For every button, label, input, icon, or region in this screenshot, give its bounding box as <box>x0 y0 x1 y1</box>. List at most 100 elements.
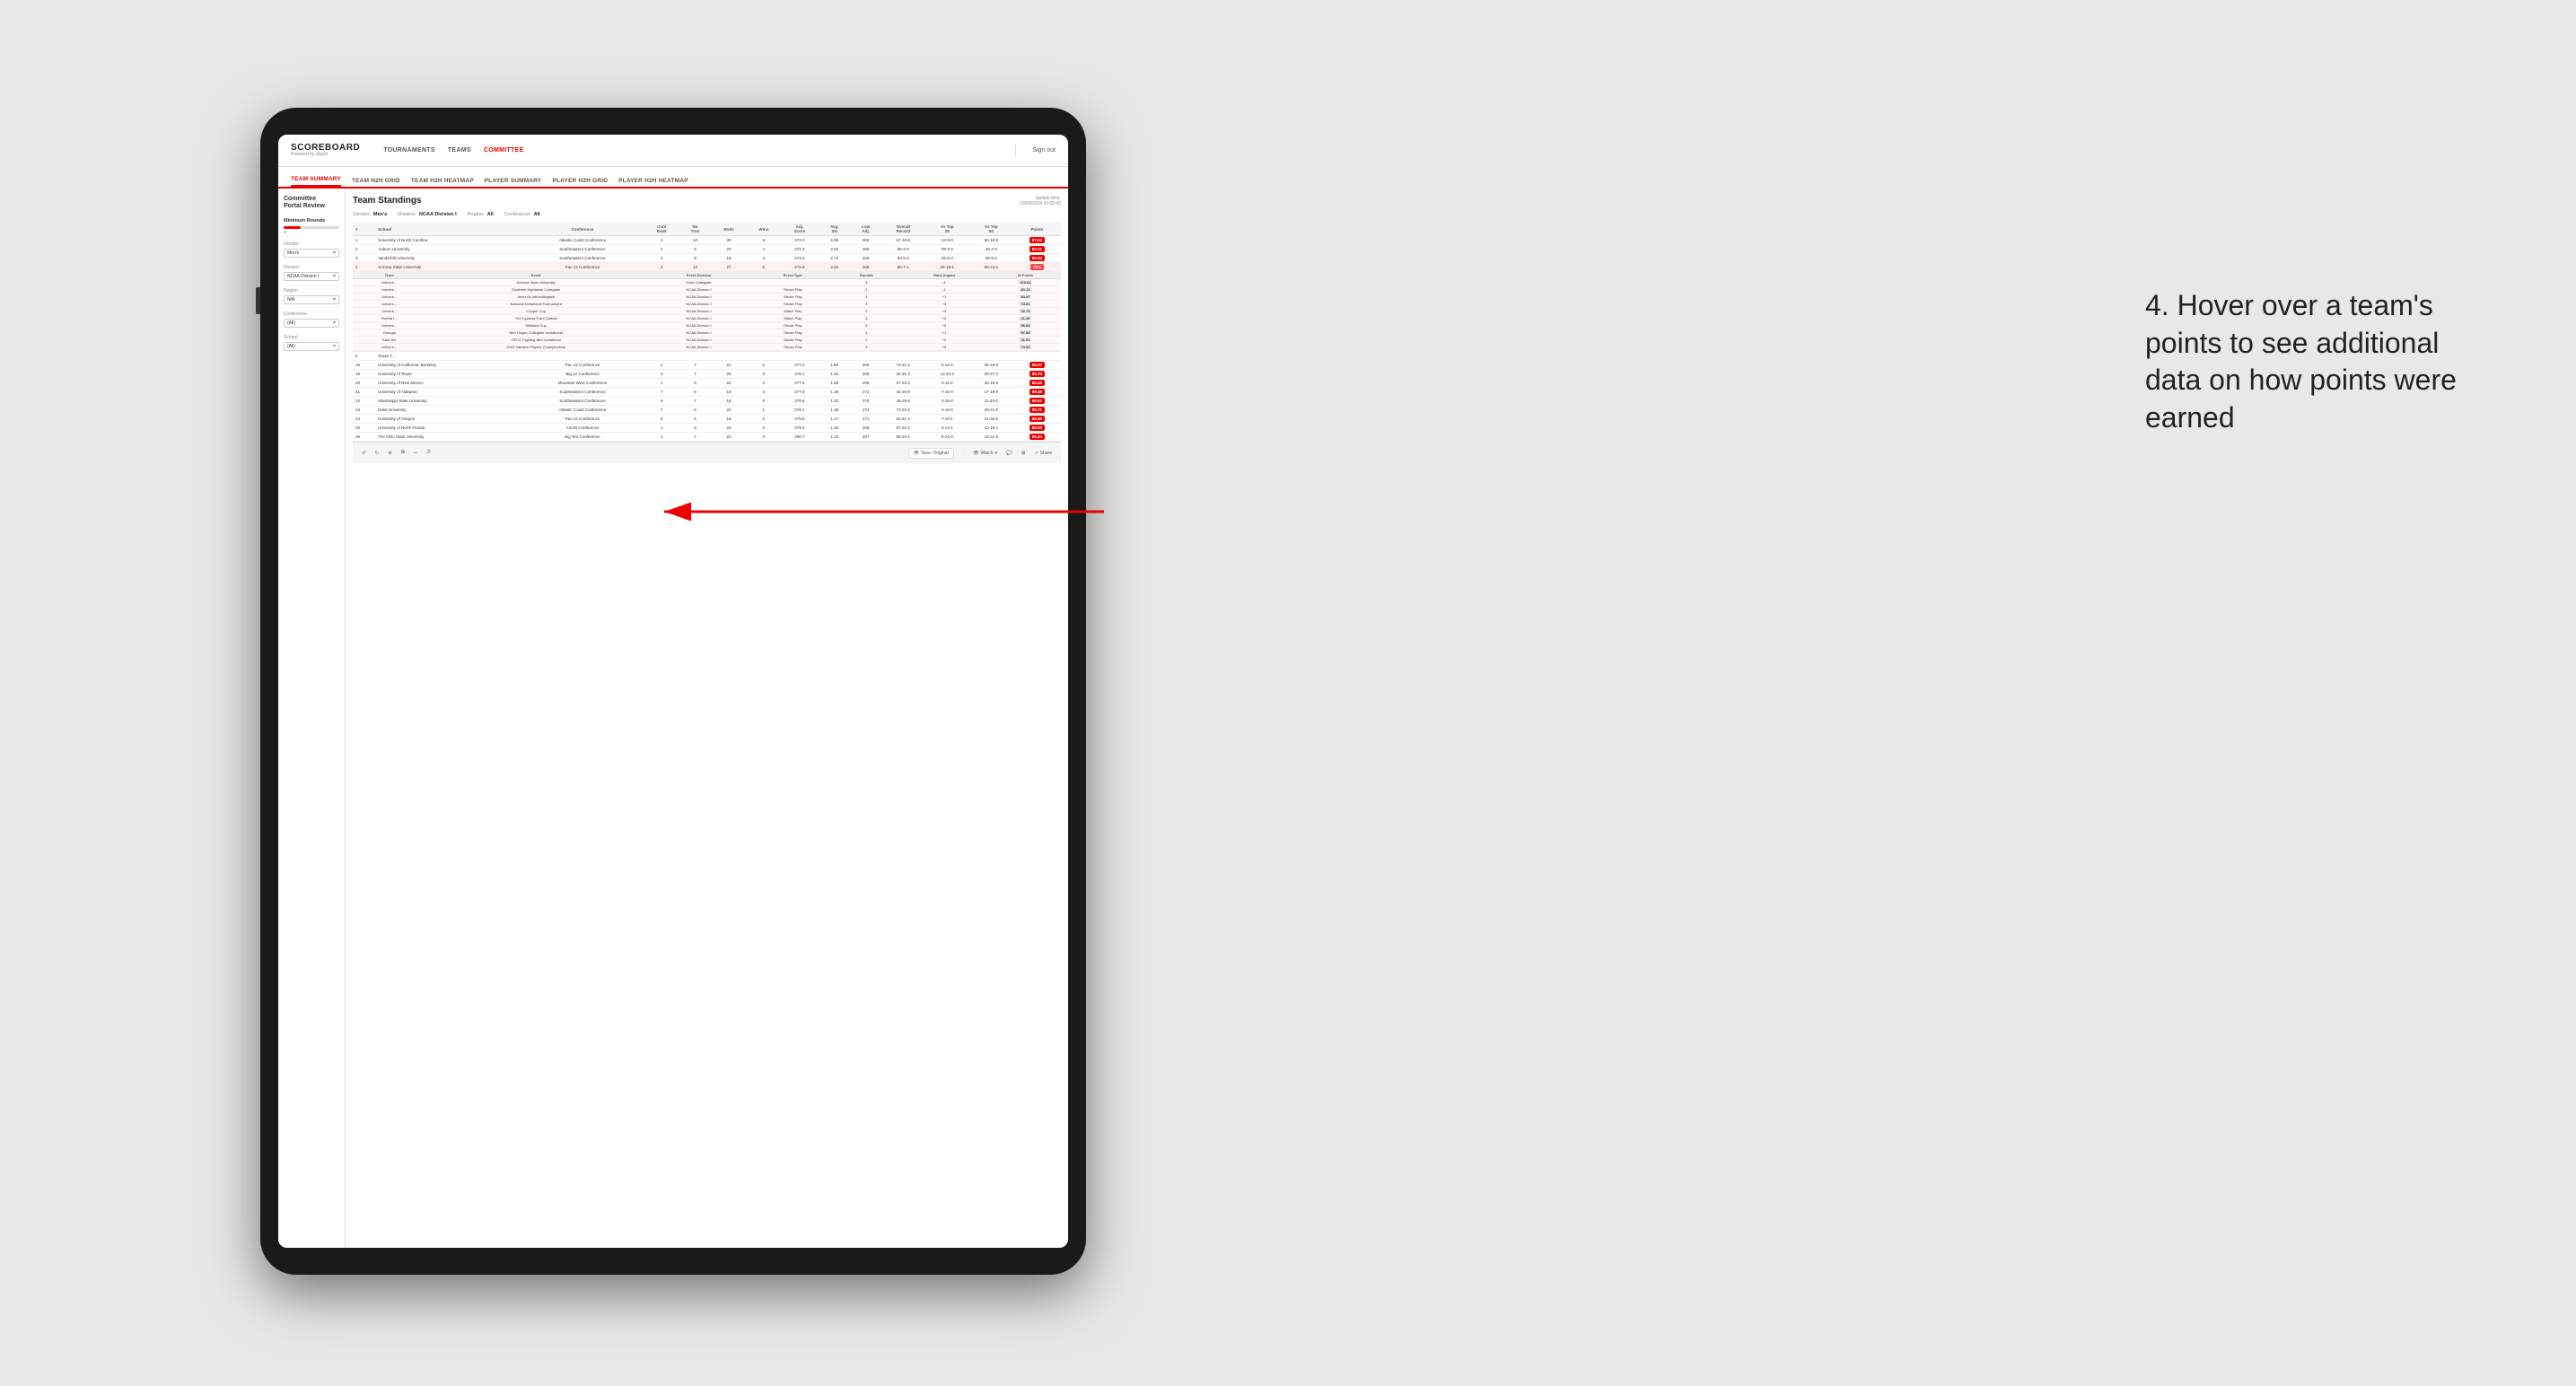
watch-button[interactable]: 👁 Watch ▾ <box>973 451 997 456</box>
points-cell[interactable] <box>1013 352 1061 361</box>
points-badge: 88.34 <box>1030 434 1045 440</box>
avg-sg-cell: 1.17 <box>819 415 851 424</box>
points-cell[interactable]: 88.34 <box>1013 433 1061 442</box>
subnav-player-h2h-grid[interactable]: PLAYER H2H GRID <box>552 178 608 187</box>
standings-title: Team Standings <box>353 196 422 206</box>
points-cell[interactable]: 97.02 <box>1013 236 1061 245</box>
vs25-cell: 7-19-1 <box>925 415 969 424</box>
exp-col-w-points: W Points <box>990 272 1061 279</box>
search-icon[interactable]: ⊕ <box>388 451 392 456</box>
avg-sg-cell: 1.50 <box>819 379 851 388</box>
school-cell: University of New Mexico <box>375 379 521 388</box>
filter-gender-value: Men's <box>373 212 387 217</box>
conf-cell: ASUN Conference <box>521 424 644 433</box>
wins-cell: 2 <box>747 361 781 370</box>
division-select[interactable]: NCAA Division I ▾ <box>284 272 339 281</box>
overall-cell: 71-22-2 <box>881 406 925 415</box>
undo-icon[interactable]: ↺ <box>362 451 366 456</box>
conf-rank-cell: 7 <box>644 406 679 415</box>
division-chevron-icon: ▾ <box>333 273 336 279</box>
timer-icon[interactable]: ⏱ <box>426 450 430 456</box>
wins-cell: 0 <box>747 424 781 433</box>
tour-cell: 7 <box>679 433 712 442</box>
col-points: Points <box>1013 223 1061 236</box>
rnds-cell: 30 <box>711 236 746 245</box>
points-badge: 88.58 <box>1030 416 1045 422</box>
sign-out-link[interactable]: Sign out <box>1032 147 1056 154</box>
subnav-team-h2h-heatmap[interactable]: TEAM H2H HEATMAP <box>411 178 474 187</box>
table-row: 23 Duke University Atlantic Coast Confer… <box>353 406 1061 415</box>
min-rounds-slider[interactable]: 3 <box>284 226 339 234</box>
col-adj-score: Adj.Score <box>781 223 819 236</box>
vs50-cell: 29-21-0 <box>969 406 1013 415</box>
nav-teams[interactable]: TEAMS <box>448 145 471 155</box>
vs50-cell: 21-32-0 <box>969 415 1013 424</box>
overall-cell: 42-31-3 <box>881 370 925 379</box>
points-cell[interactable]: 90.32 <box>1013 254 1061 263</box>
points-cell[interactable]: 88.58 <box>1013 415 1061 424</box>
rnds-cell: 21 <box>711 361 746 370</box>
expanded-event-row-item: Univers... Williams Cup NCAA Division I … <box>353 322 1061 329</box>
points-cell[interactable]: 88.59 <box>1013 424 1061 433</box>
wins-cell: 0 <box>747 397 781 406</box>
points-cell[interactable]: 88.71 <box>1013 406 1061 415</box>
col-conference: Conference <box>521 223 644 236</box>
school-cell: Texas T... <box>375 352 521 361</box>
points-cell[interactable]: 88.61 <box>1013 397 1061 406</box>
nav-tournaments[interactable]: TOURNAMENTS <box>383 145 435 155</box>
conf-rank-cell: 3 <box>644 370 679 379</box>
subnav-player-summary[interactable]: PLAYER SUMMARY <box>485 178 542 187</box>
copy-icon[interactable]: ⧉ <box>401 450 405 456</box>
points-cell[interactable]: 79.5 <box>1013 263 1061 272</box>
app-header: SCOREBOARD Powered by clippd TOURNAMENTS… <box>278 135 1068 167</box>
share-button[interactable]: ↗ Share <box>1034 451 1052 456</box>
points-cell[interactable]: 88.70 <box>1013 370 1061 379</box>
gender-select[interactable]: Men's ▾ <box>284 249 339 258</box>
filter-region-value: All <box>487 212 494 217</box>
col-rnds: Rnds <box>711 223 746 236</box>
region-field: Region N/A ▾ <box>284 288 339 304</box>
low-adj-cell: 266 <box>851 370 881 379</box>
region-select[interactable]: N/A ▾ <box>284 295 339 304</box>
col-low-adj: LowAdj. <box>851 223 881 236</box>
view-button[interactable]: 👁 View: Original <box>908 448 954 459</box>
avg-sg-cell: 2.73 <box>819 254 851 263</box>
tour-cell: 8 <box>679 406 712 415</box>
conf-rank-cell <box>644 352 679 361</box>
conf-rank-cell: 1 <box>644 379 679 388</box>
expanded-event-row: Team Event Event Division Event Type Rou… <box>353 272 1061 352</box>
adj-score-cell: 272.0 <box>781 236 819 245</box>
conference-select[interactable]: (All) ▾ <box>284 319 339 328</box>
toolbar-icon-comment[interactable]: 💬 <box>1006 451 1012 456</box>
low-adj-cell: 260 <box>851 245 881 254</box>
toolbar-icon-grid[interactable]: ⊞ <box>1021 451 1026 456</box>
filter-gender: Gender: Men's <box>353 212 387 217</box>
redo-icon[interactable]: ↻ <box>375 451 380 456</box>
school-select[interactable]: (All) ▾ <box>284 342 339 351</box>
points-cell[interactable]: 93.31 <box>1013 245 1061 254</box>
table-row: 19 University of Texas Big 12 Conference… <box>353 370 1061 379</box>
conf-cell: Southeastern Conference <box>521 388 644 397</box>
subnav-player-h2h-heatmap[interactable]: PLAYER H2H HEATMAP <box>618 178 688 187</box>
standings-table: # School Conference ConfRank NoTour Rnds… <box>353 223 1061 442</box>
adj-score-cell: 280.7 <box>781 433 819 442</box>
rank-cell: 20 <box>353 379 375 388</box>
bottom-toolbar: ↺ ↻ ⊕ ⧉ ✏ ⏱ 👁 View: Original | 👁 <box>353 442 1061 463</box>
slider-track <box>284 226 339 229</box>
points-cell[interactable]: 88.07 <box>1013 361 1061 370</box>
school-label: School <box>284 335 339 340</box>
rnds-cell: 19 <box>711 254 746 263</box>
subnav-team-summary[interactable]: TEAM SUMMARY <box>291 176 341 187</box>
subnav-team-h2h-grid[interactable]: TEAM H2H GRID <box>352 178 400 187</box>
nav-committee[interactable]: COMMITTEE <box>484 145 524 155</box>
paint-icon[interactable]: ✏ <box>414 451 418 456</box>
wins-cell: 0 <box>747 370 781 379</box>
points-badge: 88.49 <box>1030 380 1045 386</box>
sidebar: CommitteePortal Review Minimum Rounds 3 … <box>278 189 346 1248</box>
points-cell[interactable]: 88.48 <box>1013 388 1061 397</box>
rank-cell: 24 <box>353 415 375 424</box>
points-cell[interactable]: 88.49 <box>1013 379 1061 388</box>
filter-division-value: NCAA Division I <box>419 212 457 217</box>
conf-cell: Big 12 Conference <box>521 370 644 379</box>
filter-conference: Conference: All <box>504 212 540 217</box>
